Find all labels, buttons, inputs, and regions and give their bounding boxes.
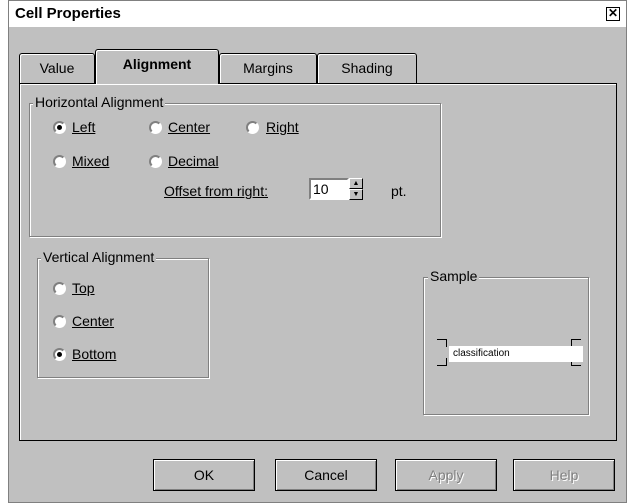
vertical-alignment-legend: Vertical Alignment — [41, 249, 157, 265]
radio-vcenter-label[interactable]: Center — [72, 313, 114, 329]
offset-from-right-label: Offset from right: — [164, 183, 268, 199]
radio-right-label[interactable]: Right — [266, 119, 299, 135]
ok-button[interactable]: OK — [153, 459, 255, 491]
radio-mixed[interactable] — [53, 155, 66, 168]
title-bar: Cell Properties ✕ — [9, 1, 626, 27]
help-button[interactable]: Help — [513, 459, 615, 491]
radio-top-label[interactable]: Top — [72, 280, 95, 296]
radio-vcenter[interactable] — [53, 315, 66, 328]
sample-corner-tr — [571, 339, 581, 347]
apply-button[interactable]: Apply — [395, 459, 497, 491]
radio-left[interactable] — [53, 121, 66, 134]
radio-left-label[interactable]: Left — [72, 119, 95, 135]
sample-corner-tl — [437, 339, 447, 347]
radio-bottom[interactable] — [53, 348, 66, 361]
radio-mixed-label[interactable]: Mixed — [72, 153, 109, 169]
cell-properties-dialog: Cell Properties ✕ Value Alignment Margin… — [8, 0, 627, 503]
sample-legend: Sample — [428, 268, 480, 284]
radio-decimal-label[interactable]: Decimal — [168, 153, 219, 169]
radio-center[interactable] — [149, 121, 162, 134]
radio-right[interactable] — [246, 121, 259, 134]
radio-top[interactable] — [53, 282, 66, 295]
offset-from-right-field[interactable]: 10 — [309, 178, 349, 200]
radio-center-label[interactable]: Center — [168, 119, 210, 135]
offset-unit: pt. — [391, 183, 407, 199]
spin-up-icon[interactable]: ▲ — [349, 178, 363, 189]
radio-decimal[interactable] — [149, 155, 162, 168]
sample-corner-bl — [437, 358, 447, 366]
radio-selected-dot — [57, 352, 62, 357]
tab-alignment[interactable]: Alignment — [95, 49, 219, 84]
close-icon[interactable]: ✕ — [606, 7, 620, 21]
cancel-button[interactable]: Cancel — [275, 459, 377, 491]
sample-preview: classification — [449, 346, 583, 362]
tab-value[interactable]: Value — [19, 53, 95, 83]
radio-selected-dot — [57, 125, 62, 130]
radio-bottom-label[interactable]: Bottom — [72, 346, 116, 362]
spin-down-icon[interactable]: ▼ — [349, 189, 363, 200]
tab-margins[interactable]: Margins — [219, 53, 317, 83]
sample-corner-br — [571, 358, 581, 366]
tab-shading[interactable]: Shading — [317, 53, 417, 83]
window-title: Cell Properties — [15, 5, 121, 22]
horizontal-alignment-legend: Horizontal Alignment — [33, 94, 166, 110]
